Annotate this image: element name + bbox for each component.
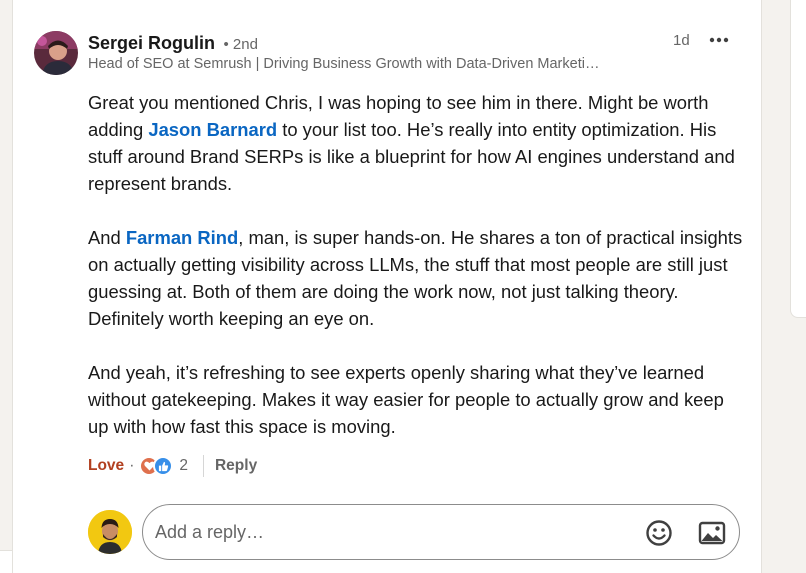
author-name[interactable]: Sergei Rogulin — [88, 33, 215, 53]
more-horizontal-icon — [709, 37, 729, 43]
separator-dot: · — [129, 457, 135, 474]
actions-divider — [202, 455, 204, 477]
right-panel-edge — [790, 0, 806, 318]
comment-paragraph: And Farman Rind, man, is super hands-on.… — [88, 224, 748, 332]
add-image-button[interactable] — [696, 517, 728, 549]
comment-paragraph: And yeah, it’s refreshing to see experts… — [88, 362, 724, 437]
mention-link-farman-rind[interactable]: Farman Rind — [126, 227, 238, 248]
comment-timestamp: 1d — [673, 32, 690, 49]
love-reaction-button[interactable]: Love — [88, 457, 124, 475]
emoji-button[interactable] — [643, 517, 675, 549]
reply-composer — [142, 504, 740, 560]
image-icon — [698, 521, 726, 545]
text-span: And — [88, 227, 126, 248]
reply-input[interactable] — [155, 517, 625, 547]
comment-paragraph: Great you mentioned Chris, I was hoping … — [88, 89, 748, 197]
author-line: Sergei Rogulin • 2nd — [88, 33, 258, 55]
comment-text: Great you mentioned Chris, I was hoping … — [88, 89, 748, 467]
more-options-button[interactable] — [704, 28, 734, 52]
reply-button[interactable]: Reply — [215, 457, 257, 475]
reaction-count: 2 — [179, 457, 188, 474]
comment-actions: Love · 2 Reply — [88, 453, 257, 479]
emoji-smile-icon — [646, 520, 672, 546]
like-reaction-icon — [153, 456, 174, 476]
current-user-avatar[interactable] — [88, 510, 132, 554]
author-headline: Head of SEO at Semrush | Driving Busines… — [88, 56, 600, 72]
reactions-summary[interactable]: 2 — [139, 456, 188, 476]
mention-link-jason-barnard[interactable]: Jason Barnard — [148, 119, 277, 140]
connection-degree: • 2nd — [223, 36, 258, 53]
author-avatar[interactable] — [34, 31, 78, 75]
